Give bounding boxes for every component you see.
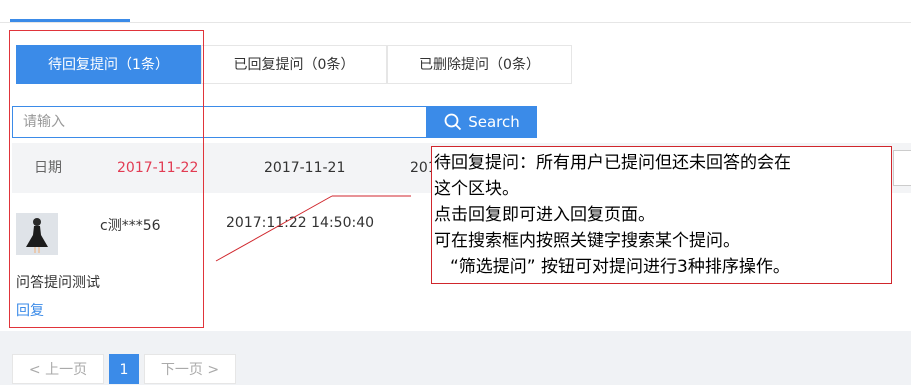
next-page-button[interactable]: 下一页 > [144, 354, 236, 384]
annotation-line: 这个区块。 [434, 179, 519, 199]
annotation-line: 可在搜索框内按照关键字搜索某个提问。 [434, 231, 740, 251]
annotation-line: 点击回复即可进入回复页面。 [434, 205, 655, 225]
pagination: < 上一页 1 下一页 > [12, 354, 241, 384]
annotation-callout: 待回复提问：所有用户已提问但还未回答的会在 这个区块。 点击回复即可进入回复页面… [431, 146, 892, 284]
annotation-line: 待回复提问：所有用户已提问但还未回答的会在 [434, 153, 791, 173]
annotation-line: “筛选提问” 按钮可对提问进行3种排序操作。 [450, 257, 790, 277]
prev-page-button[interactable]: < 上一页 [12, 354, 104, 384]
page-number-current[interactable]: 1 [109, 354, 139, 384]
